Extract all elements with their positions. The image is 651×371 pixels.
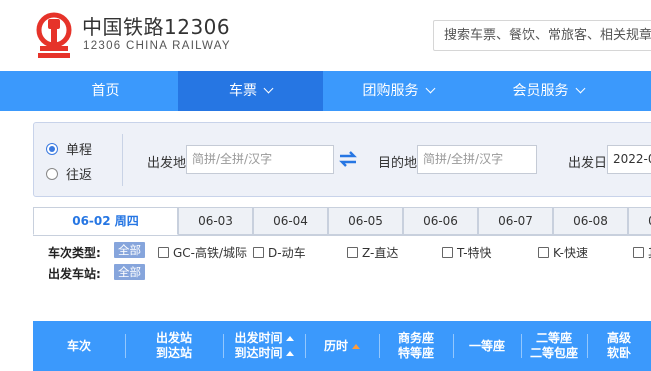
station-label: 出发车站:	[48, 267, 101, 281]
col-first-class: 一等座	[453, 321, 521, 371]
col-first-class-label: 一等座	[468, 338, 505, 353]
train-type-label: 车次类型:	[48, 246, 101, 260]
checkbox-icon[interactable]	[347, 247, 358, 258]
ticket-query-panel: 单程 往返 出发地 简拼/全拼/汉字 目的地 简拼/全拼/汉字 出发日 2022…	[33, 122, 651, 197]
site-header: 中国铁路12306 12306 CHINA RAILWAY 搜索车票、餐饮、常旅…	[0, 0, 651, 71]
train-filters: 车次类型: 全部 GC-高铁/城际 D-动车 Z-直达 T-特快 K-快速 其他…	[33, 235, 651, 285]
col-train-no: 车次	[33, 321, 125, 371]
date-tab[interactable]: 06-07	[478, 207, 553, 235]
filter-z[interactable]: Z-直达	[347, 244, 398, 261]
nav-group-service-label: 团购服务	[362, 83, 419, 99]
nav-group-service[interactable]: 团购服务	[323, 71, 473, 111]
filter-t-label: T-特快	[457, 246, 492, 260]
filter-d-label: D-动车	[268, 246, 306, 260]
col-soft-sleeper-label: 软卧	[606, 346, 631, 360]
col-second-class-label: 二等座	[535, 331, 572, 345]
filter-gc-label: GC-高铁/城际	[173, 246, 248, 260]
radio-selected-icon[interactable]	[46, 142, 58, 155]
checkbox-icon[interactable]	[253, 247, 264, 258]
train-type-all-button[interactable]: 全部	[114, 242, 145, 258]
trip-type-oneway-label: 单程	[66, 143, 93, 158]
date-tabs: 06-02 周四 06-03 06-04 06-05 06-06 06-07 0…	[33, 207, 651, 235]
nav-home[interactable]: 首页	[33, 71, 178, 111]
trip-type-roundtrip-label: 往返	[66, 168, 93, 183]
brand-name-english: 12306 CHINA RAILWAY	[83, 40, 231, 52]
col-soft-sleeper: 高级 软卧	[587, 321, 651, 371]
col-duration[interactable]: 历时	[305, 321, 379, 371]
col-second-class: 二等座 二等包座	[521, 321, 587, 371]
col-stations: 出发站 到达站	[125, 321, 223, 371]
date-tab[interactable]: 06-06	[403, 207, 478, 235]
nav-tickets[interactable]: 车票	[178, 71, 323, 111]
radio-icon[interactable]	[46, 167, 58, 180]
station-all-button[interactable]: 全部	[114, 264, 145, 280]
col-deluxe-label: 高级	[606, 331, 631, 345]
date-tab-active[interactable]: 06-02 周四	[33, 207, 178, 235]
swap-stations-icon[interactable]	[338, 150, 358, 168]
col-to-station-label: 到达站	[155, 346, 192, 360]
col-business-premium: 商务座 特等座	[379, 321, 453, 371]
filter-k[interactable]: K-快速	[538, 244, 588, 261]
main-nav: 首页 车票 团购服务 会员服务	[0, 71, 651, 111]
date-tab[interactable]: 06-09	[628, 207, 651, 235]
col-train-no-label: 车次	[66, 338, 91, 353]
depart-date-input[interactable]: 2022-06-02	[607, 145, 651, 174]
col-premium-label: 特等座	[397, 346, 434, 360]
trip-type-oneway[interactable]: 单程	[46, 139, 92, 158]
chevron-down-icon	[575, 83, 585, 94]
sort-depart-time[interactable]: 出发时间	[234, 331, 294, 346]
from-station-input[interactable]: 简拼/全拼/汉字	[186, 145, 334, 174]
col-depart-time-label: 出发时间	[234, 331, 283, 345]
railway-logo-icon[interactable]	[32, 10, 76, 60]
col-business-label: 商务座	[397, 331, 434, 345]
nav-home-label: 首页	[91, 83, 120, 99]
col-duration-label: 历时	[323, 338, 348, 353]
checkbox-icon[interactable]	[158, 247, 169, 258]
page: 中国铁路12306 12306 CHINA RAILWAY 搜索车票、餐饮、常旅…	[0, 0, 651, 371]
checkbox-icon[interactable]	[633, 247, 644, 258]
search-input[interactable]: 搜索车票、餐饮、常旅客、相关规章	[433, 20, 651, 51]
date-tab[interactable]: 06-04	[253, 207, 328, 235]
brand-name[interactable]: 中国铁路12306	[82, 11, 230, 40]
col-second-box-label: 二等包座	[529, 346, 578, 360]
filter-t[interactable]: T-特快	[442, 244, 492, 261]
col-arrive-time-label: 到达时间	[234, 346, 283, 360]
date-label: 出发日	[568, 156, 608, 171]
nav-tickets-label: 车票	[229, 83, 257, 99]
from-label: 出发地	[147, 156, 187, 171]
chevron-down-icon	[263, 83, 274, 94]
sort-arrive-time[interactable]: 到达时间	[234, 346, 294, 361]
date-tab[interactable]: 06-03	[178, 207, 253, 235]
col-from-station-label: 出发站	[155, 331, 192, 345]
sort-up-icon[interactable]	[285, 351, 294, 356]
checkbox-icon[interactable]	[538, 247, 549, 258]
date-tab[interactable]: 06-05	[328, 207, 403, 235]
results-table-header: 车次 出发站 到达站 出发时间 到达时间 历时 商务座 特等座 一等座 二等座 …	[33, 321, 651, 371]
filter-z-label: Z-直达	[362, 246, 399, 260]
trip-type-roundtrip[interactable]: 往返	[46, 164, 92, 183]
date-tab[interactable]: 06-08	[553, 207, 628, 235]
divider	[122, 134, 123, 186]
filter-d[interactable]: D-动车	[253, 244, 306, 261]
checkbox-icon[interactable]	[442, 247, 453, 258]
filter-other[interactable]: 其他	[633, 244, 651, 261]
nav-member-service-label: 会员服务	[512, 83, 569, 99]
filter-k-label: K-快速	[553, 246, 588, 260]
col-times: 出发时间 到达时间	[223, 321, 305, 371]
to-label: 目的地	[378, 156, 418, 171]
sort-up-icon[interactable]	[285, 336, 294, 341]
nav-member-service[interactable]: 会员服务	[473, 71, 623, 111]
sort-up-icon[interactable]	[352, 343, 360, 349]
filter-gc[interactable]: GC-高铁/城际	[158, 244, 247, 261]
to-station-input[interactable]: 简拼/全拼/汉字	[417, 145, 537, 174]
chevron-down-icon	[425, 83, 435, 94]
